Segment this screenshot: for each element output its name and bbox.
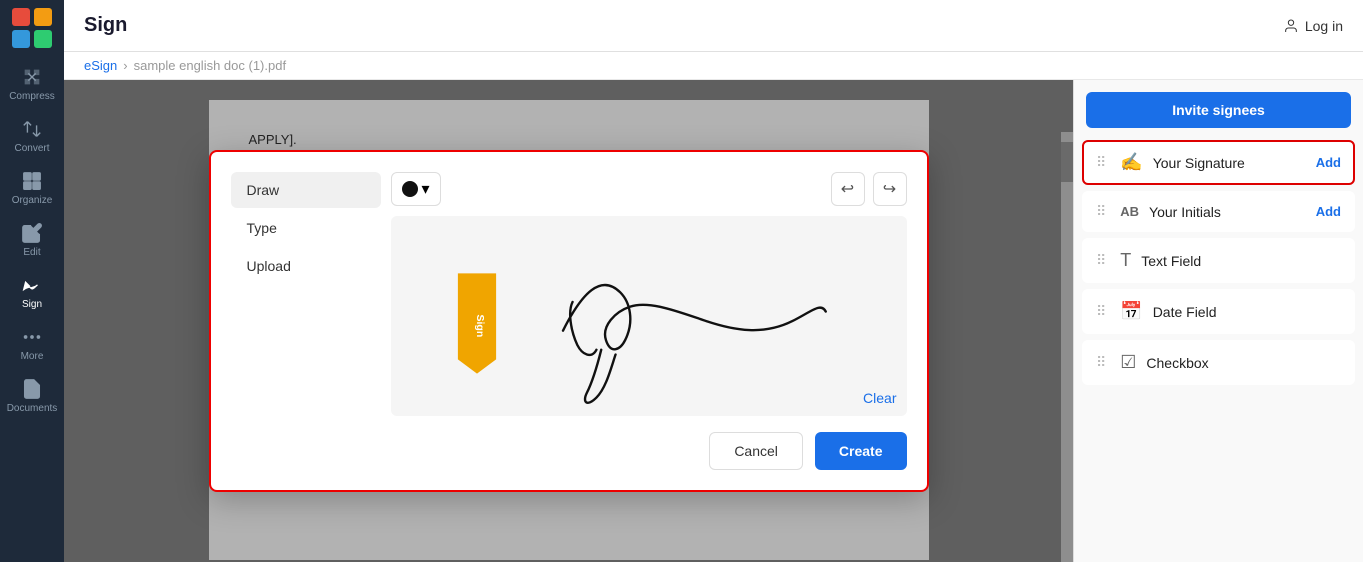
sidebar-item-sign[interactable]: Sign [0,266,64,318]
tab-upload[interactable]: Upload [231,248,381,284]
modal-footer: Cancel Create [391,432,907,470]
create-button[interactable]: Create [815,432,907,470]
modal-toolbar: ▾ ↩ ↪ [391,172,907,206]
drag-handle-initials: ⠿ [1096,203,1106,220]
user-icon [1283,18,1299,34]
date-field-label: Date Field [1153,304,1341,320]
modal-overlay: Draw Type Upload ▾ ↩ ↪ [64,80,1073,562]
panel-section-your-initials[interactable]: ⠿ AB Your Initials Add [1082,191,1355,232]
sidebar-item-organize[interactable]: Organize [0,162,64,214]
app-title: Sign [84,14,127,37]
panel-section-text-field[interactable]: ⠿ T Text Field [1082,238,1355,283]
drag-handle-date: ⠿ [1096,303,1106,320]
checkbox-icon: ☑ [1120,352,1136,373]
date-field-icon: 📅 [1120,301,1142,322]
signature-icon: ✍ [1120,152,1142,173]
right-panel: Invite signees ⠿ ✍ Your Signature Add ⠿ … [1073,80,1363,562]
initials-icon: AB [1120,204,1139,219]
panel-section-date-field[interactable]: ⠿ 📅 Date Field [1082,289,1355,334]
color-dot [402,181,418,197]
panel-section-your-signature[interactable]: ⠿ ✍ Your Signature Add [1082,140,1355,185]
draw-canvas[interactable]: Sign Clear [391,216,907,416]
login-button[interactable]: Log in [1283,18,1343,34]
undo-button[interactable]: ↩ [831,172,865,206]
color-picker-button[interactable]: ▾ [391,172,441,206]
main-area: Sign Log in eSign › sample english doc (… [64,0,1363,562]
text-field-label: Text Field [1141,253,1341,269]
svg-text:Sign: Sign [473,315,485,338]
invite-signees-button[interactable]: Invite signees [1086,92,1351,128]
breadcrumb: eSign › sample english doc (1).pdf [64,52,1363,80]
drag-handle-text: ⠿ [1096,252,1106,269]
modal-tabs: Draw Type Upload [231,172,381,284]
signature-label: Your Signature [1153,155,1306,171]
sidebar-item-edit[interactable]: Edit [0,214,64,266]
breadcrumb-parent[interactable]: eSign [84,58,117,73]
initials-label: Your Initials [1149,204,1306,220]
drag-handle-signature: ⠿ [1096,154,1106,171]
breadcrumb-separator: › [123,58,127,73]
drag-handle-checkbox: ⠿ [1096,354,1106,371]
sidebar-item-more[interactable]: More [0,318,64,370]
sidebar-item-compress[interactable]: Compress [0,58,64,110]
sidebar-item-convert[interactable]: Convert [0,110,64,162]
content-area: APPLY]. • • • • All of the... If you ha.… [64,80,1363,562]
signature-drawing: Sign [391,216,907,407]
top-bar: Sign Log in [64,0,1363,52]
redo-button[interactable]: ↪ [873,172,907,206]
tab-draw[interactable]: Draw [231,172,381,208]
checkbox-label: Checkbox [1146,355,1341,371]
modal-body: ▾ ↩ ↪ [391,172,907,470]
cancel-button[interactable]: Cancel [709,432,803,470]
signature-modal: Draw Type Upload ▾ ↩ ↪ [209,150,929,492]
panel-section-checkbox[interactable]: ⠿ ☑ Checkbox [1082,340,1355,385]
text-field-icon: T [1120,250,1131,271]
sidebar: Compress Convert Organize Edit Sign More… [0,0,64,562]
document-viewer: APPLY]. • • • • All of the... If you ha.… [64,80,1073,562]
tab-type[interactable]: Type [231,210,381,246]
initials-add-button[interactable]: Add [1316,204,1341,219]
sidebar-item-documents[interactable]: Documents [0,370,64,422]
breadcrumb-current: sample english doc (1).pdf [134,58,286,73]
signature-add-button[interactable]: Add [1316,155,1341,170]
